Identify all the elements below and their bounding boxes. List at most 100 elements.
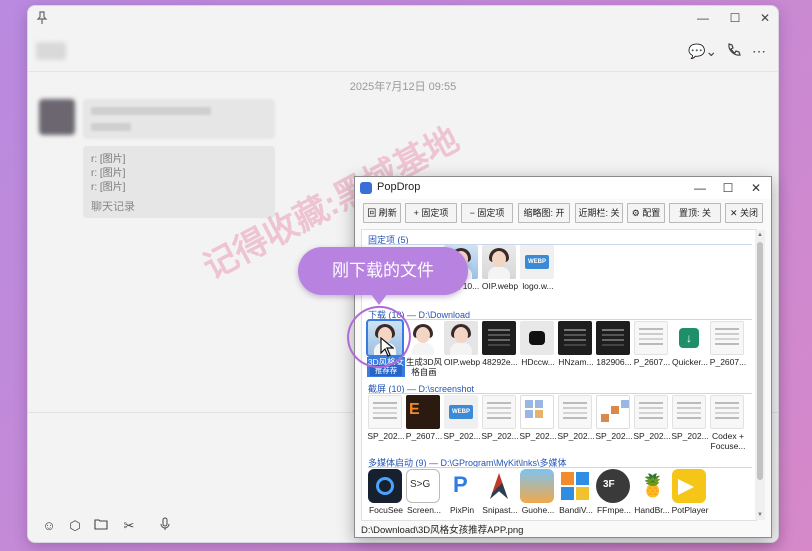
file-label: Codex + Focuse... xyxy=(710,431,746,451)
maximize-icon[interactable]: ☐ xyxy=(720,8,750,28)
mouse-cursor-icon xyxy=(380,336,395,362)
file-tile[interactable]: SP_202... xyxy=(481,395,519,447)
folder-icon[interactable] xyxy=(92,517,110,535)
refresh-button[interactable]: 回 刷新 xyxy=(363,203,401,223)
forward-footer: 聊天记录 xyxy=(91,201,135,213)
image-thumbnail xyxy=(520,321,554,355)
app-tile[interactable]: P PixPin xyxy=(444,469,480,520)
webp-thumbnail: WEBP xyxy=(520,245,554,279)
file-tile[interactable]: SP_202... xyxy=(633,395,671,447)
file-label: HNzam... xyxy=(558,357,594,367)
popdrop-window: PopDrop — ☐ ✕ 回 刷新 + 固定项 − 固定项 缩略图: 开 近期… xyxy=(354,176,772,538)
file-tile[interactable]: OIP.webp xyxy=(482,245,518,297)
avatar[interactable] xyxy=(39,99,75,135)
image-thumbnail xyxy=(520,395,554,429)
file-tile[interactable]: HDccw... xyxy=(520,321,556,373)
forward-line: r: [图片] xyxy=(91,154,126,165)
emoji-icon[interactable]: ☺ xyxy=(40,517,58,535)
app-tile[interactable]: S>G Screen... xyxy=(406,469,442,520)
remove-pinned-button[interactable]: − 固定项 xyxy=(461,203,513,223)
app-label: Snipast... xyxy=(482,505,518,515)
app-tile[interactable]: FocuSee xyxy=(368,469,404,520)
list-scrollbar[interactable]: ▲ ▼ xyxy=(755,230,765,520)
file-tile[interactable]: SP_202... xyxy=(671,395,709,447)
minimize-icon[interactable]: — xyxy=(688,8,718,28)
file-tile[interactable]: WEBP SP_202... xyxy=(443,395,481,447)
focusee-icon xyxy=(368,469,402,503)
scissors-icon[interactable]: ✂⌄ xyxy=(120,517,138,542)
image-thumbnail xyxy=(710,321,744,355)
chat-contact-name-blurred xyxy=(36,42,66,60)
pin-icon[interactable] xyxy=(36,11,48,25)
file-label: SP_202... xyxy=(443,431,481,441)
image-thumbnail: E xyxy=(406,395,440,429)
chat-header: 💬⌄ ⋯ xyxy=(28,30,778,72)
thumbnail-toggle-button[interactable]: 缩略图: 开 xyxy=(518,203,570,223)
app-tile[interactable]: BandiV... xyxy=(558,469,594,520)
quicker-thumbnail: ↓ xyxy=(672,321,706,355)
add-pinned-button[interactable]: + 固定项 xyxy=(405,203,457,223)
chat-menu-icon[interactable]: 💬⌄ xyxy=(688,42,717,60)
file-label: SP_202... xyxy=(519,431,557,441)
file-tile[interactable]: SP_202... xyxy=(595,395,633,447)
close-button[interactable]: ✕ 关闭 xyxy=(725,203,763,223)
app-tile[interactable]: 🍍 HandBr... xyxy=(634,469,670,520)
file-tile[interactable]: SP_202... xyxy=(367,395,405,447)
callout-bubble: 刚下载的文件 xyxy=(298,247,468,295)
file-label: 48292e... xyxy=(482,357,518,367)
image-thumbnail xyxy=(710,395,744,429)
app-tile[interactable]: Guohe... xyxy=(520,469,556,520)
app-label: Guohe... xyxy=(521,505,555,515)
app-label: PotPlayer xyxy=(671,505,709,515)
file-label: OIP.webp xyxy=(443,357,481,367)
app-label: BandiV... xyxy=(559,505,593,515)
status-path: D:\Download\3D风格女孩推荐APP.png xyxy=(361,525,524,536)
popdrop-logo-icon xyxy=(360,182,372,194)
app-tile[interactable]: Snipast... xyxy=(482,469,518,520)
app-label: Screen... xyxy=(406,505,442,515)
app-label: FFmpe... xyxy=(596,505,631,515)
file-tile[interactable]: 生成3D风格自画像... xyxy=(406,321,442,377)
scrollbar-thumb[interactable] xyxy=(757,242,763,480)
ffmpeg-icon: 3F xyxy=(596,469,630,503)
file-tile[interactable]: P_2607... xyxy=(710,321,746,373)
file-tile[interactable]: SP_202... xyxy=(557,395,595,447)
minimize-icon[interactable]: — xyxy=(685,178,715,198)
file-tile[interactable]: WEBP logo.w... xyxy=(520,245,556,297)
bandiview-icon xyxy=(558,469,592,503)
scroll-down-icon[interactable]: ▼ xyxy=(755,510,765,520)
file-tile[interactable]: SP_202... xyxy=(519,395,557,447)
image-thumbnail xyxy=(634,395,668,429)
image-thumbnail xyxy=(482,395,516,429)
webp-thumbnail: WEBP xyxy=(444,395,478,429)
file-tile[interactable]: E P_2607... xyxy=(406,395,442,447)
pixpin-icon: P xyxy=(444,469,478,503)
app-tile[interactable]: 3F FFmpe... xyxy=(596,469,632,520)
file-tile[interactable]: OIP.webp xyxy=(444,321,480,373)
maximize-icon[interactable]: ☐ xyxy=(713,178,743,198)
call-icon[interactable] xyxy=(726,42,742,60)
mic-icon[interactable] xyxy=(156,517,174,535)
handbrake-icon: 🍍 xyxy=(634,469,668,503)
file-label: SP_202... xyxy=(557,431,595,441)
file-tile[interactable]: 48292e... xyxy=(482,321,518,373)
close-icon[interactable]: ✕ xyxy=(750,8,778,28)
forwarded-chat-record[interactable]: r: [图片] r: [图片] r: [图片] 聊天记录 xyxy=(83,146,275,218)
file-tile[interactable]: 182906... xyxy=(596,321,632,373)
topmost-toggle-button[interactable]: 置顶: 关 xyxy=(669,203,721,223)
file-tile[interactable]: Codex + Focuse... xyxy=(710,395,746,451)
file-tile[interactable]: HNzam... xyxy=(558,321,594,373)
recent-bar-toggle-button[interactable]: 近期栏: 关 xyxy=(575,203,623,223)
scroll-up-icon[interactable]: ▲ xyxy=(755,230,765,240)
file-tile[interactable]: P_2607... xyxy=(634,321,670,373)
file-tile[interactable]: ↓ Quicker... xyxy=(672,321,708,373)
section-divider xyxy=(368,467,752,468)
settings-button[interactable]: ⚙ 配置 xyxy=(627,203,665,223)
potplayer-icon xyxy=(672,469,706,503)
more-icon[interactable]: ⋯ xyxy=(752,42,766,60)
close-icon[interactable]: ✕ xyxy=(741,178,771,198)
image-thumbnail xyxy=(558,395,592,429)
cube-icon[interactable]: ⬡ xyxy=(66,517,84,535)
image-thumbnail xyxy=(482,245,516,279)
app-tile[interactable]: PotPlayer xyxy=(671,469,709,520)
